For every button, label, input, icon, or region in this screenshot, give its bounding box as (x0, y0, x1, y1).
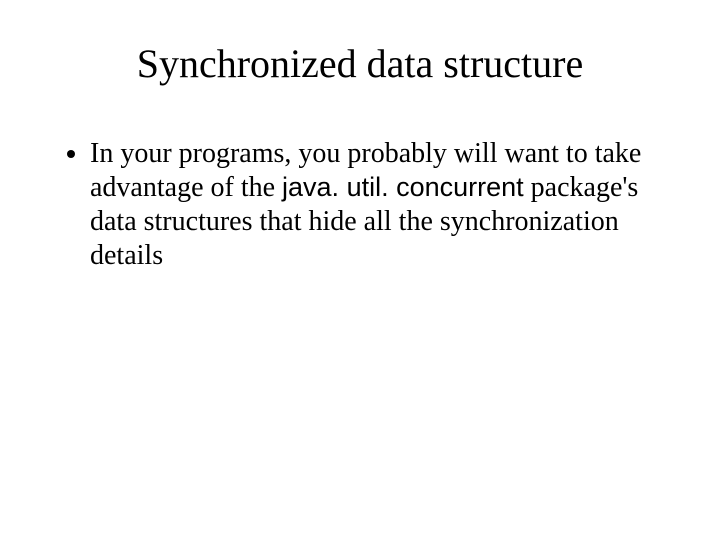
slide: Synchronized data structure In your prog… (0, 0, 720, 540)
package-name-inline: java. util. concurrent (282, 172, 524, 202)
bullet-item: In your programs, you probably will want… (90, 137, 660, 274)
bullet-list: In your programs, you probably will want… (50, 137, 670, 274)
slide-title: Synchronized data structure (50, 40, 670, 87)
